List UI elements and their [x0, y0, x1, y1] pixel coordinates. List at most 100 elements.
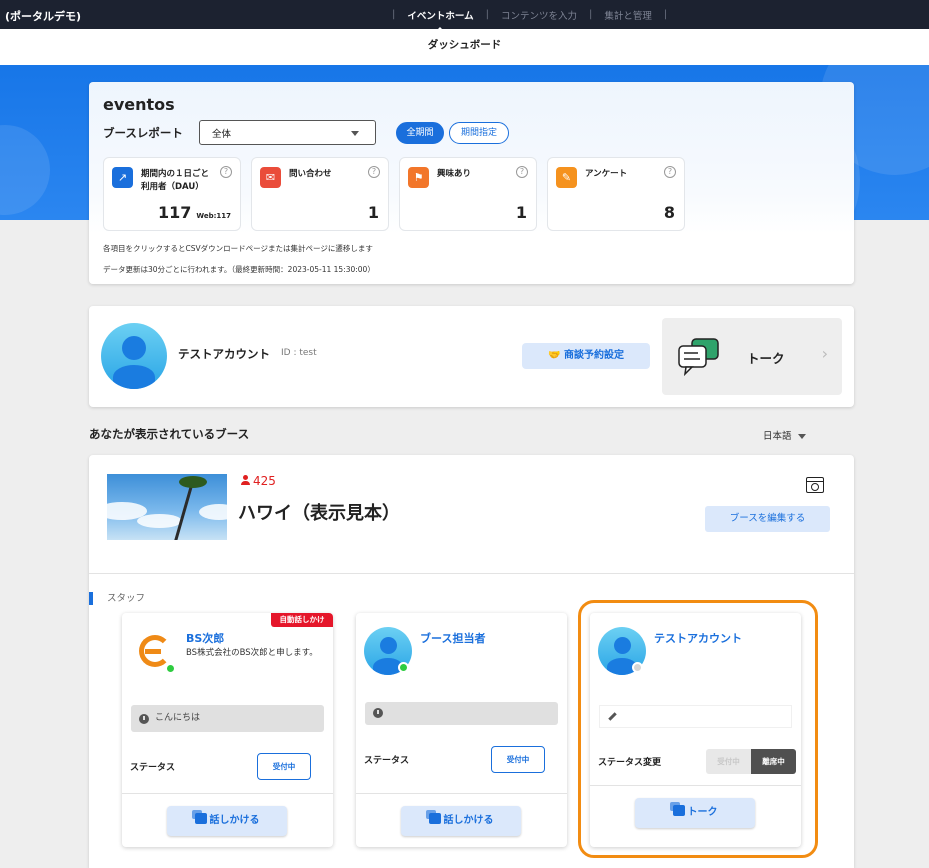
caret-down-icon	[797, 434, 806, 439]
chevron-right-icon: ›	[821, 344, 828, 363]
clock-icon	[373, 708, 383, 718]
stat-value: 8	[663, 203, 675, 222]
language-value: 日本語	[763, 431, 792, 442]
greeting-message: こんにちは	[131, 705, 324, 732]
online-status-icon	[398, 662, 409, 673]
stat-value: 117 Web:117	[157, 203, 231, 222]
stat-inquiry[interactable]: ✉ 問い合わせ ? 1	[251, 157, 389, 231]
speak-button[interactable]: 話しかける	[401, 806, 521, 836]
speak-button-label: 話しかける	[443, 815, 494, 826]
talk-label: トーク	[747, 351, 785, 366]
auto-greet-badge: 自動話しかけ	[271, 613, 333, 627]
talk-tile[interactable]: トーク ›	[662, 318, 842, 395]
status-button[interactable]: 受付中	[257, 753, 311, 780]
booth-image	[107, 474, 227, 540]
staff-section-label: スタッフ	[89, 592, 145, 605]
chat-icon	[191, 810, 207, 824]
cloud-shape	[199, 504, 227, 520]
stat-label: 問い合わせ	[289, 169, 332, 179]
top-nav: | イベントホーム | コンテンツを入力 | 集計と管理 |	[380, 0, 679, 32]
booth-name: ハワイ（表示見本）	[238, 503, 400, 524]
speak-button-label: 話しかける	[209, 815, 260, 826]
stat-label: 興味あり	[437, 169, 472, 179]
help-icon[interactable]: ?	[368, 166, 380, 178]
clock-icon	[139, 714, 149, 724]
staff-name[interactable]: ブース担当者	[420, 630, 485, 646]
decor-bubble	[0, 125, 50, 215]
meeting-reservation-label: 商談予約設定	[563, 350, 624, 361]
section-title: あなたが表示されているブース	[89, 427, 250, 441]
nav-separator: |	[485, 9, 489, 20]
stat-label: 期間内の１日ごと 利用者（DAU）	[141, 169, 210, 192]
person-icon	[241, 475, 250, 485]
chart-icon: ↗	[112, 167, 133, 188]
booth-filter-value: 全体	[212, 129, 232, 140]
stat-dau[interactable]: ↗ 期間内の１日ごと 利用者（DAU） ? 117 Web:117	[103, 157, 241, 231]
greeting-message	[365, 702, 558, 725]
interest-icon: ⚑	[408, 167, 429, 188]
avatar-head	[380, 637, 397, 654]
period-range-button[interactable]: 期間指定	[449, 122, 509, 144]
divider	[122, 793, 333, 794]
stat-interest[interactable]: ⚑ 興味あり ? 1	[399, 157, 537, 231]
divider	[356, 793, 567, 794]
stat-value: 1	[367, 203, 379, 222]
greeting-text: こんにちは	[155, 713, 201, 723]
online-status-icon	[165, 663, 176, 674]
help-icon[interactable]: ?	[516, 166, 528, 178]
avatar-head	[122, 336, 146, 360]
page-title: ダッシュボード	[0, 29, 929, 65]
nav-stats-management[interactable]: 集計と管理	[604, 8, 652, 22]
staff-card: ブース担当者 ステータス 受付中 話しかける	[356, 613, 567, 847]
speak-button[interactable]: 話しかける	[167, 806, 287, 836]
chat-bubbles-icon	[678, 338, 719, 376]
meeting-reservation-button[interactable]: 🤝 商談予約設定	[522, 343, 650, 369]
handshake-icon: 🤝	[548, 350, 564, 361]
nav-event-home[interactable]: イベントホーム	[407, 8, 474, 32]
highlight-frame	[578, 600, 818, 858]
staff-card: 自動話しかけ BS次郎 BS株式会社のBS次郎と申します。 こんにちは ステータ…	[122, 613, 333, 847]
edit-booth-button[interactable]: ブースを編集する	[705, 506, 830, 532]
caret-down-icon	[351, 131, 359, 136]
account-id: ID : test	[281, 348, 317, 358]
divider	[89, 573, 854, 574]
report-note-csv: 各項目をクリックするとCSVダウンロードページまたは集計ページに遷移します	[103, 244, 373, 253]
booth-filter-select[interactable]: 全体	[199, 120, 376, 145]
top-bar: (ポータルデモ) | イベントホーム | コンテンツを入力 | 集計と管理 |	[0, 0, 929, 32]
staff-name[interactable]: BS次郎	[186, 630, 224, 646]
stat-sub-value: Web:117	[196, 212, 231, 220]
inquiry-icon: ✉	[260, 167, 281, 188]
nav-separator: |	[663, 9, 668, 20]
help-icon[interactable]: ?	[664, 166, 676, 178]
help-icon[interactable]: ?	[220, 166, 232, 178]
app-title: (ポータルデモ)	[5, 10, 82, 23]
stat-value: 1	[515, 203, 527, 222]
staff-description: BS株式会社のBS次郎と申します。	[186, 648, 318, 658]
status-button[interactable]: 受付中	[491, 746, 545, 773]
avatar-body	[113, 365, 155, 389]
period-all-button[interactable]: 全期間	[396, 122, 444, 144]
chat-icon	[425, 810, 441, 824]
visitor-count-value: 425	[253, 474, 276, 488]
nav-separator: |	[392, 9, 396, 20]
cloud-shape	[137, 514, 182, 528]
web-preview-icon[interactable]	[806, 477, 824, 493]
report-label: ブースレポート	[103, 126, 183, 140]
report-note-update: データ更新は30分ごとに行われます。（最終更新時間：2023-05-11 15:…	[103, 265, 375, 274]
nav-content-input[interactable]: コンテンツを入力	[501, 8, 577, 22]
globe-icon	[811, 483, 819, 491]
status-label: ステータス	[130, 763, 176, 773]
account-name: テストアカウント	[178, 347, 270, 361]
nav-separator: |	[588, 9, 593, 20]
logo-bar	[145, 649, 161, 654]
survey-icon: ✎	[556, 167, 577, 188]
brand-name: eventos	[103, 95, 175, 114]
palm-frond	[179, 476, 207, 488]
account-card: テストアカウント ID : test 🤝 商談予約設定 トーク ›	[89, 306, 854, 407]
stat-survey[interactable]: ✎ アンケート ? 8	[547, 157, 685, 231]
palm-trunk	[173, 481, 194, 540]
booth-report-card: eventos ブースレポート 全体 全期間 期間指定 ↗ 期間内の１日ごと 利用…	[89, 82, 854, 284]
language-select[interactable]: 日本語	[763, 428, 806, 442]
stat-label: アンケート	[585, 169, 628, 179]
avatar	[101, 323, 167, 389]
